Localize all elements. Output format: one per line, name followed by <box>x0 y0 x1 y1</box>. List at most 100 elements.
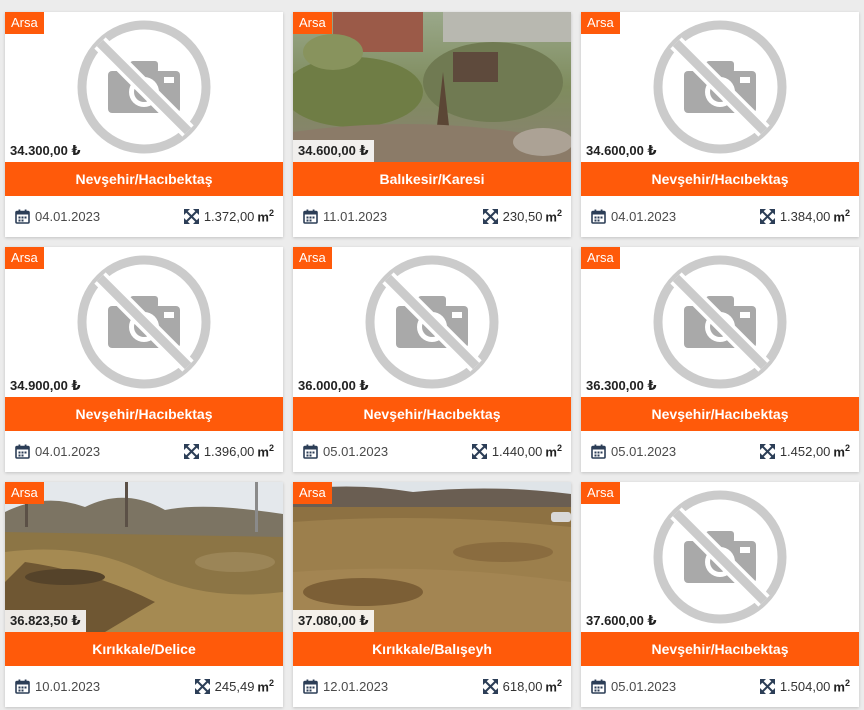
listing-date: 11.01.2023 <box>323 209 388 224</box>
listing-card[interactable]: Arsa 36.300,00 ₺ Nevşehir/Hacıbektaş 05.… <box>581 247 859 472</box>
listing-card[interactable]: Arsa 34.300,00 ₺ Nevşehir/Hacıbektaş 04.… <box>5 12 283 237</box>
listing-card[interactable]: Arsa 34.600,00 ₺ Nevşehir/Hacıbektaş 04.… <box>581 12 859 237</box>
location-label[interactable]: Kırıkkale/Delice <box>5 632 283 666</box>
listing-meta: 10.01.2023 245,49 m2 <box>5 666 283 707</box>
calendar-icon <box>303 679 318 694</box>
listing-area: 230,50 <box>502 208 543 224</box>
price-tag: 36.000,00 ₺ <box>293 375 374 397</box>
listing-meta: 05.01.2023 1.440,00 m2 <box>293 431 571 472</box>
area-unit-base: m <box>545 444 557 460</box>
price-tag: 34.600,00 ₺ <box>293 140 374 162</box>
expand-icon <box>759 678 775 694</box>
area-unit-sup: 2 <box>556 678 562 689</box>
listing-date: 04.01.2023 <box>35 209 101 224</box>
location-label[interactable]: Balıkesir/Karesi <box>293 162 571 196</box>
listing-image[interactable]: Arsa 37.600,00 ₺ <box>581 482 859 632</box>
listing-date: 04.01.2023 <box>611 209 677 224</box>
listing-meta: 05.01.2023 1.452,00 m2 <box>581 431 859 472</box>
listing-image[interactable]: Arsa 34.600,00 ₺ <box>293 12 571 162</box>
listing-area: 618,00 <box>502 678 543 694</box>
listing-area: 1.396,00 <box>203 443 255 459</box>
category-badge: Arsa <box>293 247 332 269</box>
area-unit-base: m <box>545 679 557 695</box>
calendar-icon <box>591 444 606 459</box>
listing-image[interactable]: Arsa 36.000,00 ₺ <box>293 247 571 397</box>
listing-image[interactable]: Arsa 34.600,00 ₺ <box>581 12 859 162</box>
location-label[interactable]: Nevşehir/Hacıbektaş <box>581 162 859 196</box>
listing-date: 05.01.2023 <box>323 444 389 459</box>
location-label[interactable]: Nevşehir/Hacıbektaş <box>5 162 283 196</box>
category-badge: Arsa <box>5 482 44 504</box>
price-tag: 34.300,00 ₺ <box>5 140 86 162</box>
area-unit-base: m <box>833 209 845 225</box>
expand-icon <box>759 443 775 459</box>
listing-area: 245,49 <box>214 678 255 694</box>
area-unit-base: m <box>545 209 557 225</box>
area-unit-sup: 2 <box>556 208 562 219</box>
listing-image[interactable]: Arsa 36.823,50 ₺ <box>5 482 283 632</box>
listing-date: 05.01.2023 <box>611 444 677 459</box>
listing-meta: 04.01.2023 1.372,00 m2 <box>5 196 283 237</box>
area-unit-base: m <box>257 209 269 225</box>
area-unit: m2 <box>545 678 562 694</box>
area-unit-sup: 2 <box>844 443 850 454</box>
calendar-icon <box>303 444 318 459</box>
listing-image[interactable]: Arsa 34.300,00 ₺ <box>5 12 283 162</box>
area-unit-sup: 2 <box>844 208 850 219</box>
listing-date: 10.01.2023 <box>35 679 101 694</box>
listing-image[interactable]: Arsa 36.300,00 ₺ <box>581 247 859 397</box>
category-badge: Arsa <box>581 12 620 34</box>
listing-date: 12.01.2023 <box>323 679 389 694</box>
location-label[interactable]: Kırıkkale/Balışeyh <box>293 632 571 666</box>
location-label[interactable]: Nevşehir/Hacıbektaş <box>581 632 859 666</box>
area-unit: m2 <box>833 208 850 224</box>
calendar-icon <box>15 209 30 224</box>
listing-card[interactable]: Arsa 37.080,00 ₺ Kırıkkale/Balışeyh 12.0… <box>293 482 571 707</box>
listing-meta: 04.01.2023 1.384,00 m2 <box>581 196 859 237</box>
calendar-icon <box>15 679 30 694</box>
category-badge: Arsa <box>581 482 620 504</box>
location-label[interactable]: Nevşehir/Hacıbektaş <box>5 397 283 431</box>
expand-icon <box>482 678 498 694</box>
area-unit-sup: 2 <box>844 678 850 689</box>
price-tag: 34.600,00 ₺ <box>581 140 662 162</box>
listing-area: 1.504,00 <box>779 678 831 694</box>
listing-area: 1.452,00 <box>779 443 831 459</box>
category-badge: Arsa <box>293 482 332 504</box>
listing-area: 1.384,00 <box>779 208 831 224</box>
area-unit: m2 <box>545 443 562 459</box>
area-unit: m2 <box>257 443 274 459</box>
calendar-icon <box>591 209 606 224</box>
price-tag: 37.600,00 ₺ <box>581 610 662 632</box>
listing-area: 1.372,00 <box>203 208 255 224</box>
listing-meta: 12.01.2023 618,00 m2 <box>293 666 571 707</box>
calendar-icon <box>591 679 606 694</box>
listing-card[interactable]: Arsa 36.823,50 ₺ Kırıkkale/Delice 10.01.… <box>5 482 283 707</box>
listing-image[interactable]: Arsa 37.080,00 ₺ <box>293 482 571 632</box>
expand-icon <box>482 208 498 224</box>
price-tag: 34.900,00 ₺ <box>5 375 86 397</box>
price-tag: 36.300,00 ₺ <box>581 375 662 397</box>
category-badge: Arsa <box>5 247 44 269</box>
listing-card[interactable]: Arsa 36.000,00 ₺ Nevşehir/Hacıbektaş 05.… <box>293 247 571 472</box>
area-unit: m2 <box>257 208 274 224</box>
category-badge: Arsa <box>293 12 332 34</box>
listing-card[interactable]: Arsa 34.900,00 ₺ Nevşehir/Hacıbektaş 04.… <box>5 247 283 472</box>
listing-date: 04.01.2023 <box>35 444 101 459</box>
location-label[interactable]: Nevşehir/Hacıbektaş <box>581 397 859 431</box>
listing-card[interactable]: Arsa 37.600,00 ₺ Nevşehir/Hacıbektaş 05.… <box>581 482 859 707</box>
area-unit-base: m <box>257 444 269 460</box>
calendar-icon <box>15 444 30 459</box>
area-unit: m2 <box>257 678 274 694</box>
listing-image[interactable]: Arsa 34.900,00 ₺ <box>5 247 283 397</box>
area-unit-base: m <box>833 444 845 460</box>
listing-card[interactable]: Arsa 34.600,00 ₺ Balıkesir/Karesi 11.01.… <box>293 12 571 237</box>
expand-icon <box>471 443 487 459</box>
listing-grid: Arsa 34.300,00 ₺ Nevşehir/Hacıbektaş 04.… <box>0 0 864 710</box>
area-unit-sup: 2 <box>268 443 274 454</box>
area-unit-base: m <box>257 679 269 695</box>
expand-icon <box>183 443 199 459</box>
category-badge: Arsa <box>581 247 620 269</box>
location-label[interactable]: Nevşehir/Hacıbektaş <box>293 397 571 431</box>
area-unit: m2 <box>833 678 850 694</box>
